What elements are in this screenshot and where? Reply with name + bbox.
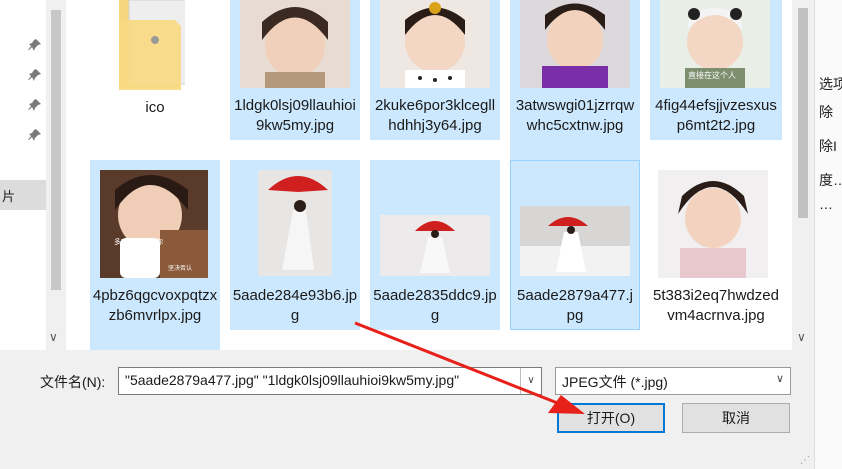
- file-type-select[interactable]: JPEG文件 (*.jpg) ∨: [555, 367, 791, 395]
- file-name: 5aade284e93b6.jpg: [232, 287, 358, 324]
- file-name: 5aade2835ddc9.jpg: [373, 287, 497, 324]
- file-item[interactable]: 3atwswgi01jzrrqwwhc5cxtnw.jpg: [510, 0, 640, 160]
- chevron-down-icon[interactable]: ∨: [797, 330, 806, 344]
- file-item[interactable]: ico: [90, 0, 220, 160]
- folder-icon: [115, 0, 185, 92]
- background-text: …: [819, 196, 833, 212]
- scrollbar-thumb[interactable]: [798, 8, 808, 218]
- photo-thumbnail: [520, 206, 630, 276]
- file-item[interactable]: 多喝点热水吧你坚决否认 4pbz6qgcvoxpqtzxzb6mvrlpx.jp…: [90, 160, 220, 350]
- background-text: 度…: [819, 172, 842, 188]
- photo-thumbnail: [380, 215, 490, 276]
- file-item[interactable]: 5t383i2eq7hwdzedvm4acrnva.jpg: [650, 160, 782, 350]
- thumb-caption: 坚决否认: [168, 264, 192, 272]
- pin-icon[interactable]: [28, 68, 42, 82]
- file-item[interactable]: 2kuke6por3klcegllhdhhj3y64.jpg: [370, 0, 500, 140]
- file-name: 1ldgk0lsj09llauhioi9kw5my.jpg: [234, 97, 356, 134]
- file-type-value: JPEG文件 (*.jpg): [562, 374, 668, 390]
- chevron-down-icon[interactable]: ∨: [520, 368, 541, 394]
- photo-thumbnail: 直接在这个人: [660, 0, 770, 88]
- open-button[interactable]: 打开(O): [557, 403, 665, 433]
- nav-item-label: 片: [2, 189, 16, 204]
- photo-thumbnail: [380, 0, 490, 88]
- file-list-scrollbar[interactable]: ∨: [792, 0, 814, 350]
- photo-thumbnail: [520, 0, 630, 88]
- file-name: 4pbz6qgcvoxpqtzxzb6mvrlpx.jpg: [92, 287, 218, 324]
- filename-value: "5aade2879a477.jpg" "1ldgk0lsj09llauhioi…: [125, 372, 460, 388]
- background-window: 选项 除 除I 度… …: [814, 0, 842, 469]
- file-name: 5t383i2eq7hwdzedvm4acrnva.jpg: [653, 287, 779, 324]
- scrollbar-thumb[interactable]: [51, 10, 61, 290]
- thumb-caption: 直接在这个人: [688, 70, 736, 80]
- photo-thumbnail: [258, 170, 332, 276]
- filename-input[interactable]: "5aade2879a477.jpg" "1ldgk0lsj09llauhioi…: [118, 367, 542, 395]
- filename-label: 文件名(N):: [40, 374, 106, 390]
- thumb-caption: 多喝点热水吧你: [114, 237, 163, 246]
- chevron-down-icon[interactable]: ∨: [49, 330, 58, 344]
- pin-icon[interactable]: [28, 128, 42, 142]
- file-item[interactable]: 5aade2879a477.jpg: [510, 160, 640, 330]
- pin-icon[interactable]: [28, 98, 42, 112]
- photo-thumbnail: [658, 170, 768, 278]
- navigation-pane: 片 ∨: [0, 0, 70, 350]
- file-item[interactable]: 5aade2835ddc9.jpg: [370, 160, 500, 330]
- resize-grip-icon[interactable]: ⋰: [800, 455, 810, 466]
- pin-icon[interactable]: [28, 38, 42, 52]
- nav-scrollbar[interactable]: ∨: [46, 0, 66, 350]
- background-text: 选项: [819, 76, 842, 92]
- file-name: 4fig44efsjjvzesxusp6mt2t2.jpg: [655, 97, 777, 134]
- file-item[interactable]: 5aade284e93b6.jpg: [230, 160, 360, 330]
- file-name: 2kuke6por3klcegllhdhhj3y64.jpg: [374, 97, 496, 134]
- file-name: 5aade2879a477.jpg: [517, 287, 633, 324]
- file-name: 3atwswgi01jzrrqwwhc5cxtnw.jpg: [515, 97, 635, 134]
- background-text: 除: [819, 104, 833, 120]
- file-item[interactable]: 直接在这个人 4fig44efsjjvzesxusp6mt2t2.jpg: [650, 0, 782, 140]
- background-text: 除I: [819, 138, 837, 154]
- chevron-down-icon: ∨: [775, 373, 784, 385]
- photo-thumbnail: [240, 0, 350, 88]
- file-item[interactable]: 1ldgk0lsj09llauhioi9kw5my.jpg: [230, 0, 360, 140]
- cancel-button[interactable]: 取消: [682, 403, 790, 433]
- photo-thumbnail: 多喝点热水吧你坚决否认: [100, 170, 208, 278]
- file-name: ico: [145, 99, 165, 116]
